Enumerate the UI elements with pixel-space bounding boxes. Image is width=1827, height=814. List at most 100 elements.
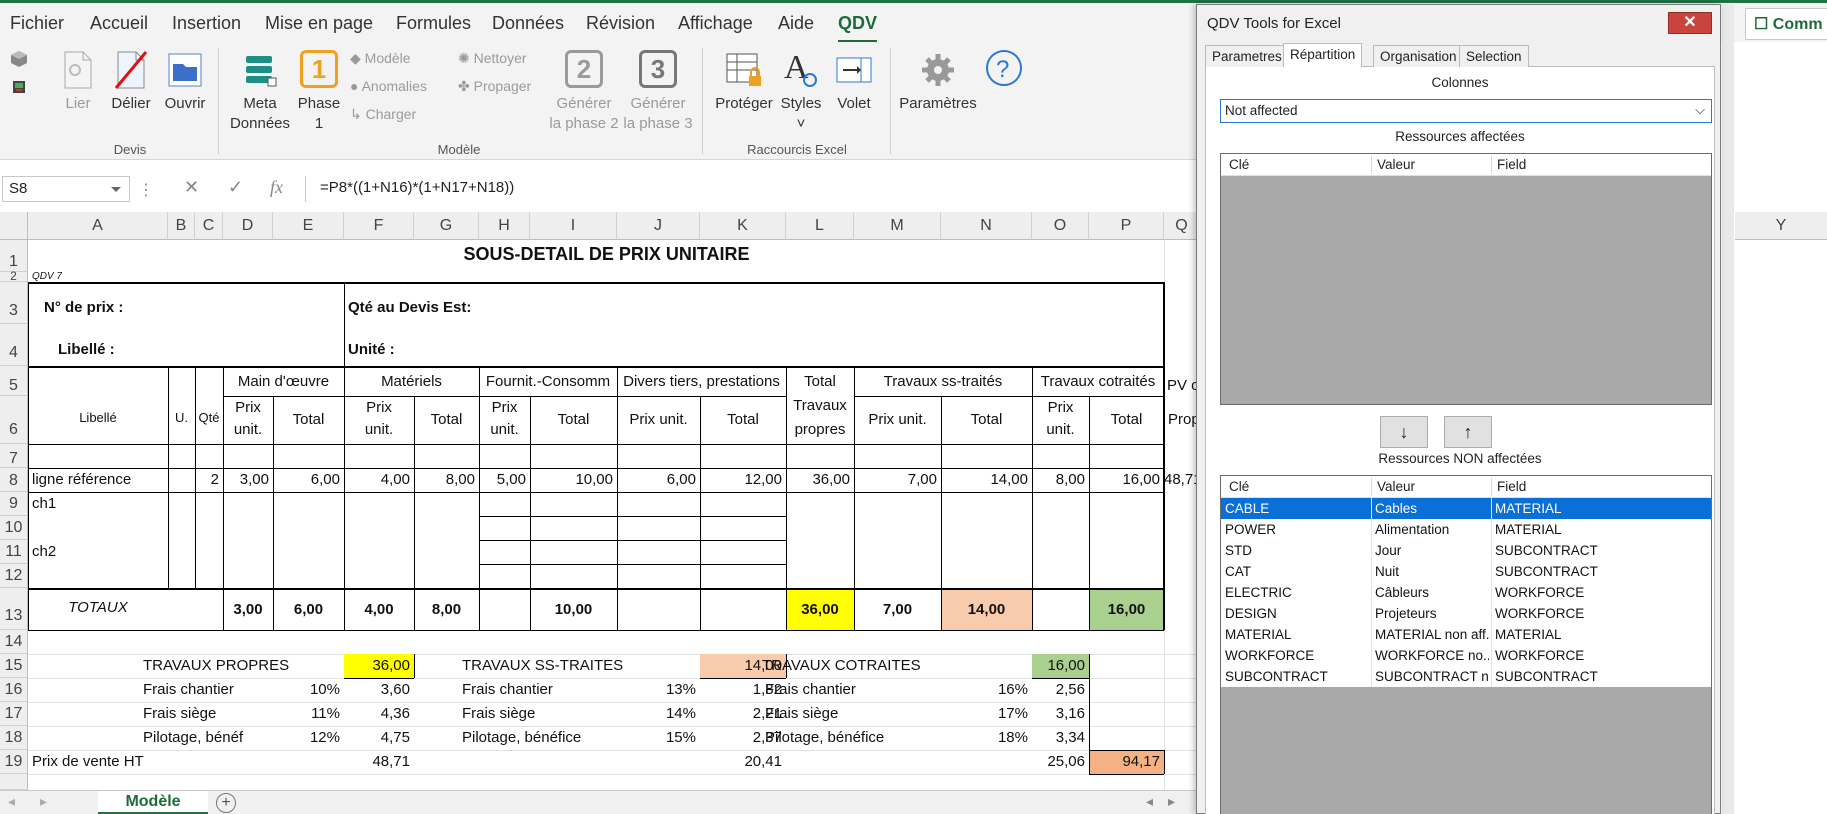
row8-j[interactable]: 6,00 — [617, 470, 696, 490]
tab-organisation[interactable]: Organisation — [1373, 45, 1464, 67]
row-header-7[interactable]: 7 — [0, 444, 28, 468]
col-header-h[interactable]: H — [479, 212, 530, 240]
close-icon[interactable]: ✕ — [1668, 12, 1712, 34]
s2-p3[interactable]: 15% — [617, 728, 696, 748]
s2-p1[interactable]: 13% — [617, 680, 696, 700]
row11-ch2[interactable]: ch2 — [32, 542, 56, 562]
fx-icon[interactable]: fx — [270, 177, 283, 198]
s3-v2[interactable]: 3,16 — [1032, 704, 1085, 724]
s3-v3[interactable]: 3,34 — [1032, 728, 1085, 748]
menu-revision[interactable]: Révision — [586, 13, 655, 34]
tab-selection[interactable]: Selection — [1459, 45, 1529, 67]
meta-donnees-button[interactable]: Meta Données — [228, 50, 292, 134]
row-header-1[interactable]: 1 — [0, 240, 28, 272]
s1-total[interactable]: 36,00 — [344, 656, 410, 676]
delier-button[interactable]: Délier — [108, 50, 154, 114]
name-box[interactable]: S8 — [2, 176, 130, 202]
tab-parametres[interactable]: Parametres — [1205, 45, 1289, 67]
s1-p2[interactable]: 11% — [273, 704, 340, 724]
formula-input[interactable]: =P8*((1+N16)*(1+N17+N18)) — [305, 176, 1200, 202]
row8-m[interactable]: 7,00 — [854, 470, 937, 490]
totaux-f[interactable]: 4,00 — [344, 600, 414, 620]
header-valeur-2[interactable]: Valeur — [1377, 479, 1415, 494]
sheet-tab-modele[interactable]: Modèle — [98, 791, 208, 814]
totaux-n[interactable]: 14,00 — [941, 600, 1032, 620]
s3-v1[interactable]: 2,56 — [1032, 680, 1085, 700]
list-item[interactable]: ELECTRIC Câbleurs WORKFORCE — [1221, 582, 1711, 603]
s3-total[interactable]: 16,00 — [1032, 656, 1085, 676]
parametres-button[interactable]: Paramètres — [898, 50, 978, 114]
col-header-m[interactable]: M — [854, 212, 941, 240]
row8-l[interactable]: 36,00 — [786, 470, 850, 490]
totaux-e[interactable]: 6,00 — [273, 600, 344, 620]
header-cle-2[interactable]: Clé — [1229, 479, 1249, 494]
list-item[interactable]: CAT Nuit SUBCONTRACT — [1221, 561, 1711, 582]
s1-v2[interactable]: 4,36 — [344, 704, 410, 724]
select-all-corner[interactable] — [0, 212, 28, 240]
modele-small-button[interactable]: ◆ Modèle — [350, 48, 411, 68]
row-header-3[interactable]: 3 — [0, 282, 28, 324]
charger-small-button[interactable]: ↳ Charger — [350, 104, 416, 124]
row8-k[interactable]: 12,00 — [700, 470, 782, 490]
generer-phase-2-button[interactable]: 2 Générer la phase 2 — [548, 50, 620, 134]
row-header-9[interactable]: 9 — [0, 492, 28, 516]
comments-button[interactable]: ☐ Comm — [1745, 8, 1827, 40]
row8-n[interactable]: 14,00 — [941, 470, 1028, 490]
row-header-8[interactable]: 8 — [0, 468, 28, 492]
s1-p3[interactable]: 12% — [273, 728, 340, 748]
s1-v3[interactable]: 4,75 — [344, 728, 410, 748]
row-header-18[interactable]: 18 — [0, 726, 28, 750]
row-header-14[interactable]: 14 — [0, 630, 28, 654]
list-item[interactable]: MATERIAL MATERIAL non aff... MATERIAL — [1221, 624, 1711, 645]
add-sheet-icon[interactable]: + — [216, 793, 236, 813]
totaux-m[interactable]: 7,00 — [854, 600, 941, 620]
scroll-left-icon[interactable]: ◂ — [8, 793, 15, 810]
volet-button[interactable]: Volet — [832, 50, 876, 114]
cancel-icon[interactable]: ✕ — [184, 177, 199, 198]
totaux-g[interactable]: 8,00 — [414, 600, 479, 620]
menu-fichier[interactable]: Fichier — [10, 13, 64, 34]
row-header-12[interactable]: 12 — [0, 564, 28, 588]
col-header-e[interactable]: E — [273, 212, 344, 240]
col-header-y[interactable]: Y — [1735, 212, 1827, 240]
row8-e[interactable]: 6,00 — [273, 470, 340, 490]
list-item[interactable]: STD Jour SUBCONTRACT — [1221, 540, 1711, 561]
row-header-15[interactable]: 15 — [0, 654, 28, 678]
dialog-right-scrollbar[interactable] — [1722, 4, 1734, 814]
col-header-l[interactable]: L — [786, 212, 854, 240]
row-header-19[interactable]: 19 — [0, 750, 28, 774]
row-header-13[interactable]: 13 — [0, 588, 28, 630]
s1-p1[interactable]: 10% — [273, 680, 340, 700]
header-field[interactable]: Field — [1497, 157, 1526, 172]
nettoyer-small-button[interactable]: ✺ Nettoyer — [458, 48, 527, 68]
list-item[interactable]: POWER Alimentation MATERIAL — [1221, 519, 1711, 540]
list-item[interactable]: SUBCONTRACT SUBCONTRACT n... SUBCONTRACT — [1221, 666, 1711, 687]
anomalies-small-button[interactable]: ● Anomalies — [350, 76, 427, 96]
header-cle[interactable]: Clé — [1229, 157, 1249, 172]
row-header-11[interactable]: 11 — [0, 540, 28, 564]
col-header-p[interactable]: P — [1089, 212, 1164, 240]
col-header-i[interactable]: I — [530, 212, 617, 240]
s1-v1[interactable]: 3,60 — [344, 680, 410, 700]
col-header-b[interactable]: B — [168, 212, 195, 240]
totaux-p[interactable]: 16,00 — [1089, 600, 1164, 620]
menu-qdv[interactable]: QDV — [838, 13, 878, 43]
row8-h[interactable]: 5,00 — [479, 470, 526, 490]
menu-donnees[interactable]: Données — [492, 13, 564, 34]
menu-affichage[interactable]: Affichage — [678, 13, 753, 34]
ouvrir-button[interactable]: Ouvrir — [162, 50, 208, 114]
affected-resources-list[interactable]: Clé Valeur Field — [1220, 153, 1712, 405]
col-header-c[interactable]: C — [195, 212, 223, 240]
row-header-6[interactable]: 6 — [0, 396, 28, 444]
lier-button[interactable]: Lier — [58, 50, 98, 114]
enter-icon[interactable]: ✓ — [228, 177, 243, 198]
row8-o[interactable]: 8,00 — [1032, 470, 1085, 490]
menu-accueil[interactable]: Accueil — [90, 13, 148, 34]
row-header-2[interactable]: 2 — [0, 270, 28, 282]
propager-small-button[interactable]: ✤ Propager — [458, 76, 531, 96]
move-up-button[interactable]: ↑ — [1444, 416, 1492, 448]
s3-pv[interactable]: 25,06 — [1032, 752, 1085, 772]
hscroll-left-icon[interactable]: ◂ — [1146, 793, 1153, 810]
s2-p2[interactable]: 14% — [617, 704, 696, 724]
list-item[interactable]: DESIGN Projeteurs WORKFORCE — [1221, 603, 1711, 624]
